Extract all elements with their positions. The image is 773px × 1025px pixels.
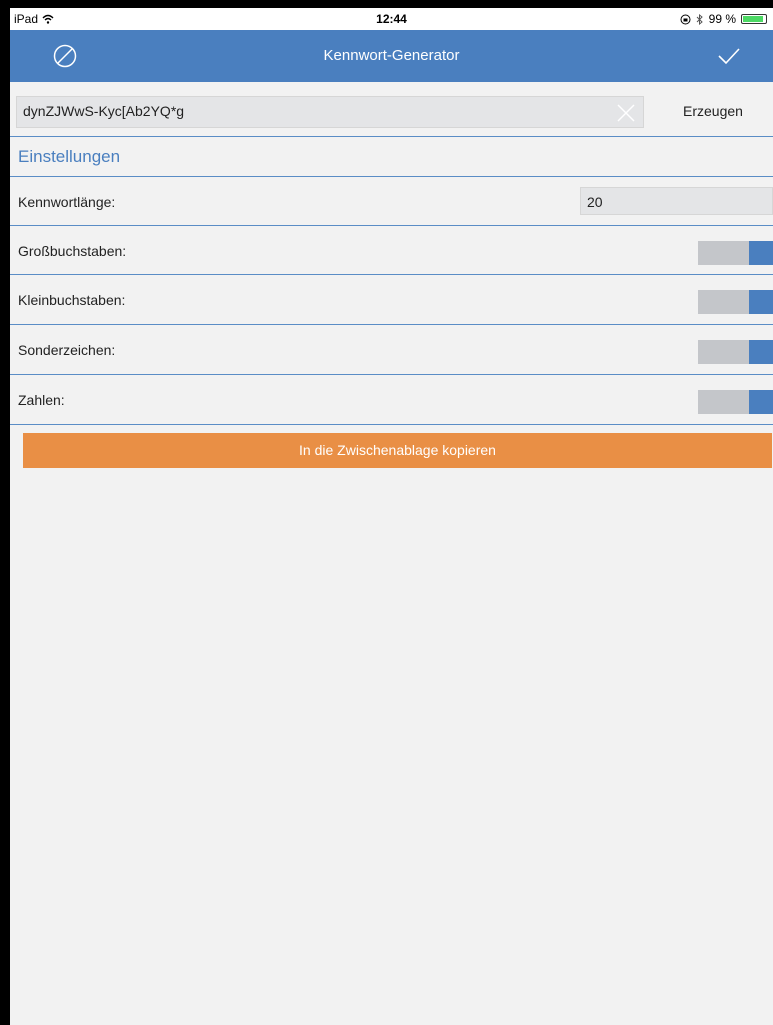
setting-row-special: Sonderzeichen: — [10, 325, 773, 373]
toggle-knob — [749, 290, 773, 314]
battery-icon — [741, 14, 767, 24]
app-screen: iPad 12:44 99 % Kennwort-Generator dynZJ… — [10, 8, 773, 1025]
status-bar: iPad 12:44 99 % — [10, 8, 773, 30]
uppercase-toggle[interactable] — [698, 241, 773, 265]
battery-percent: 99 % — [708, 12, 736, 26]
checkmark-icon — [718, 48, 740, 65]
divider — [10, 136, 773, 137]
setting-row-numbers: Zahlen: — [10, 375, 773, 423]
divider — [10, 424, 773, 425]
password-input[interactable] — [23, 103, 603, 119]
generate-button[interactable]: Erzeugen — [683, 103, 743, 119]
setting-row-lowercase: Kleinbuchstaben: — [10, 275, 773, 323]
copy-to-clipboard-button[interactable]: In die Zwischenablage kopieren — [23, 433, 772, 468]
special-label: Sonderzeichen: — [18, 342, 116, 358]
special-toggle[interactable] — [698, 340, 773, 364]
setting-row-uppercase: Großbuchstaben: — [10, 226, 773, 274]
numbers-toggle[interactable] — [698, 390, 773, 414]
nav-bar: Kennwort-Generator — [10, 30, 773, 82]
length-input[interactable]: 20 — [580, 187, 773, 215]
status-time: 12:44 — [376, 12, 407, 26]
lowercase-label: Kleinbuchstaben: — [18, 292, 126, 308]
page-title: Kennwort-Generator — [323, 47, 460, 64]
status-right: 99 % — [680, 12, 767, 26]
numbers-label: Zahlen: — [18, 392, 65, 408]
password-field — [16, 96, 644, 128]
length-value: 20 — [587, 194, 603, 210]
toggle-knob — [749, 241, 773, 265]
clear-button[interactable] — [615, 102, 637, 124]
password-row: Erzeugen — [10, 96, 773, 132]
lowercase-toggle[interactable] — [698, 290, 773, 314]
setting-row-length: Kennwortlänge: 20 — [10, 177, 773, 225]
toggle-knob — [749, 340, 773, 364]
confirm-button[interactable] — [715, 42, 743, 70]
toggle-knob — [749, 390, 773, 414]
close-icon — [617, 104, 635, 122]
uppercase-label: Großbuchstaben: — [18, 243, 127, 259]
orientation-lock-icon — [680, 14, 691, 24]
bluetooth-icon — [696, 13, 703, 25]
settings-title: Einstellungen — [18, 147, 121, 166]
length-label: Kennwortlänge: — [18, 194, 116, 210]
